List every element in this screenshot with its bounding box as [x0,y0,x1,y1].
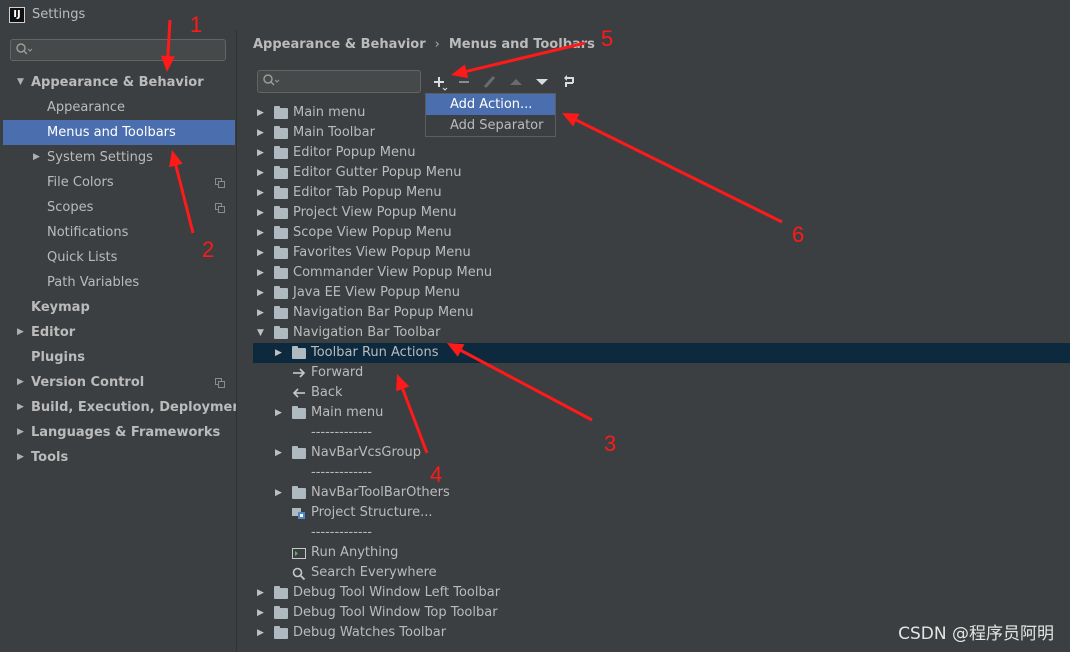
annotation-number: 6 [792,222,804,247]
annotation-arrowhead [169,150,183,168]
annotation-number: 5 [601,26,613,51]
red-annotation-overlay: 1 2 3 4 5 6 [160,12,804,487]
annotation-arrow [166,19,172,57]
annotation-number: 3 [604,431,616,456]
annotation-arrowhead [451,64,469,79]
annotation-arrow [460,349,593,422]
annotation-arrowhead [160,55,175,72]
watermark: CSDN @程序员阿明 [898,624,1054,644]
annotation-arrow [401,388,429,454]
annotation-arrow [174,165,195,234]
annotation-number: 1 [190,12,202,37]
annotation-number: 2 [202,237,214,262]
annotation-number: 4 [430,462,442,487]
annotation-arrow [575,118,783,224]
annotation-arrow [466,41,586,73]
annotation-arrowhead [396,374,410,392]
